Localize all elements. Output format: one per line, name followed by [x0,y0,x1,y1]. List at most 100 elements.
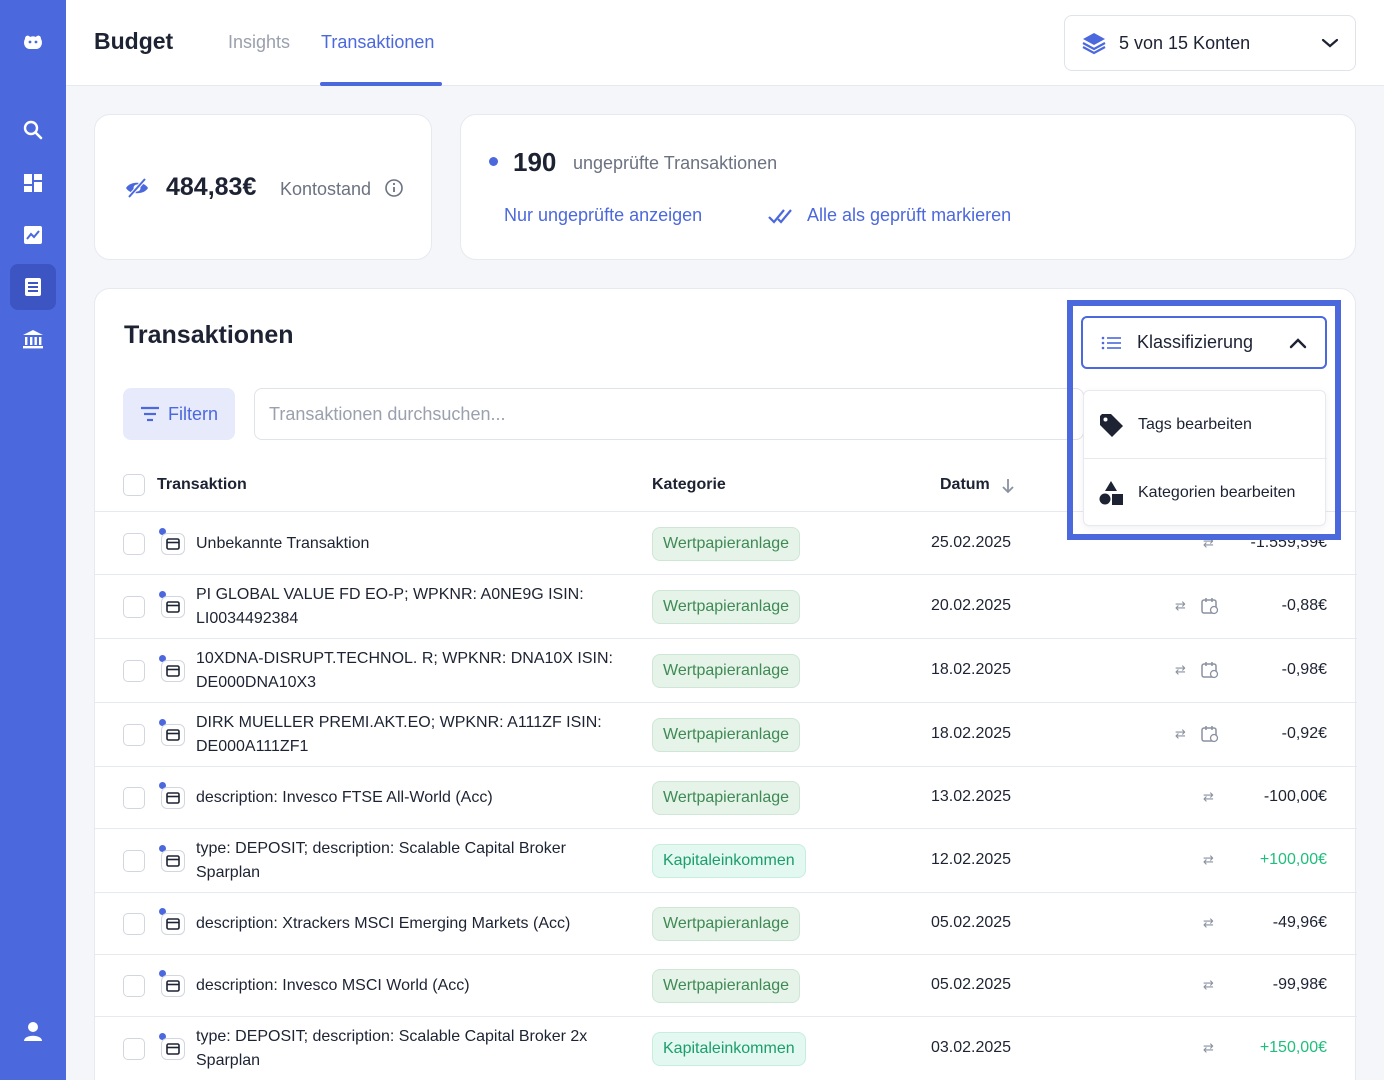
category-badge[interactable]: Wertpapieranlage [652,527,801,561]
transfer-icon[interactable]: ⇄ [1203,977,1214,993]
filter-icon [140,406,159,422]
sidebar [0,0,66,1080]
filter-button-label: Filtern [167,403,218,424]
transfer-icon[interactable]: ⇄ [1175,662,1186,678]
hippo-logo-icon[interactable] [10,20,56,66]
category-badge[interactable]: Wertpapieranlage [652,718,801,752]
user-icon[interactable] [10,1008,56,1054]
menu-item-edit-tags[interactable]: Tags bearbeiten [1084,391,1327,458]
row-checkbox[interactable] [123,533,145,555]
unreviewed-dot [489,157,498,166]
classification-button[interactable]: Klassifizierung [1081,316,1327,369]
active-tab-indicator [320,82,442,86]
category-badge[interactable]: Wertpapieranlage [652,654,801,688]
transaction-name: PI GLOBAL VALUE FD EO-P; WPKNR: A0NE9G I… [196,586,584,627]
tab-insights[interactable]: Insights [228,32,290,53]
menu-item-label: Tags bearbeiten [1138,415,1252,433]
transfer-icon[interactable]: ⇄ [1203,1040,1214,1056]
filter-button[interactable]: Filtern [123,388,235,440]
chart-icon[interactable] [10,212,56,258]
unreviewed-label: ungeprüfte Transaktionen [573,153,778,173]
sort-arrow-down-icon[interactable] [1001,477,1015,495]
transaction-name: type: DEPOSIT; description: Scalable Cap… [196,840,566,881]
transaction-name: description: Xtrackers MSCI Emerging Mar… [196,915,571,932]
category-badge[interactable]: Wertpapieranlage [652,781,801,815]
chevron-up-icon [1289,337,1307,348]
category-badge[interactable]: Wertpapieranlage [652,590,801,624]
table-row[interactable]: description: Invesco MSCI World (Acc) Wer… [95,955,1357,1017]
table-row[interactable]: 10XDNA-DISRUPT.TECHNOL. R; WPKNR: DNA10X… [95,639,1357,703]
bank-card-icon [159,908,187,936]
transaction-name: Unbekannte Transaktion [196,535,370,552]
list-icon[interactable] [10,264,56,310]
row-checkbox[interactable] [123,913,145,935]
transaction-amount: +100,00€ [1259,851,1327,868]
bank-card-icon [159,845,187,873]
menu-item-edit-categories[interactable]: Kategorien bearbeiten [1084,459,1327,526]
bank-card-icon [159,719,187,747]
row-checkbox[interactable] [123,724,145,746]
row-checkbox[interactable] [123,850,145,872]
recurring-calendar-icon[interactable] [1201,597,1219,615]
unreviewed-count: 190 [513,147,557,177]
tab-transaktionen[interactable]: Transaktionen [321,32,434,53]
bank-card-icon [159,1033,187,1061]
transaction-amount: -49,96€ [1272,914,1327,931]
transfer-icon[interactable]: ⇄ [1203,915,1214,931]
table-row[interactable]: description: Xtrackers MSCI Emerging Mar… [95,893,1357,955]
bank-icon[interactable] [10,316,56,362]
show-unreviewed-link[interactable]: Nur ungeprüfte anzeigen [504,205,702,226]
transfer-icon[interactable]: ⇄ [1203,789,1214,805]
transfer-icon[interactable]: ⇄ [1203,852,1214,868]
search-icon[interactable] [10,107,56,153]
tag-icon [1100,413,1123,437]
info-icon[interactable] [384,178,404,198]
layers-icon [1082,33,1106,55]
category-badge[interactable]: Kapitaleinkommen [652,1032,806,1066]
chevron-down-icon [1321,38,1339,48]
topbar: Budget Insights Transaktionen 5 von 15 K… [66,0,1384,86]
row-checkbox[interactable] [123,660,145,682]
table-row[interactable]: description: Invesco FTSE All-World (Acc… [95,767,1357,829]
column-transaction[interactable]: Transaktion [157,476,247,494]
category-badge[interactable]: Wertpapieranlage [652,907,801,941]
category-badge[interactable]: Wertpapieranlage [652,969,801,1003]
transaction-date: 18.02.2025 [931,661,1012,678]
mark-all-reviewed-link[interactable]: Alle als geprüft markieren [807,205,1011,226]
transfer-icon[interactable]: ⇄ [1175,598,1186,614]
select-all-checkbox[interactable] [123,474,145,496]
recurring-calendar-icon[interactable] [1201,725,1219,743]
recurring-calendar-icon[interactable] [1201,661,1219,679]
bank-card-icon [159,528,187,556]
column-category[interactable]: Kategorie [652,476,726,494]
transaction-date: 25.02.2025 [931,534,1012,551]
dashboard-icon[interactable] [10,160,56,206]
row-checkbox[interactable] [123,787,145,809]
transaction-amount: -0,88€ [1281,597,1327,614]
row-checkbox[interactable] [123,596,145,618]
table-row[interactable]: type: DEPOSIT; description: Scalable Cap… [95,829,1357,893]
transfer-icon[interactable]: ⇄ [1175,726,1186,742]
row-checkbox[interactable] [123,975,145,997]
menu-item-label: Kategorien bearbeiten [1138,483,1296,501]
transaction-date: 05.02.2025 [931,914,1012,931]
table-row[interactable]: type: DEPOSIT; description: Scalable Cap… [95,1017,1357,1080]
table-row[interactable]: DIRK MUELLER PREMI.AKT.EO; WPKNR: A111ZF… [95,703,1357,767]
transaction-date: 18.02.2025 [931,725,1012,742]
transaction-name: 10XDNA-DISRUPT.TECHNOL. R; WPKNR: DNA10X… [196,650,613,691]
account-selector[interactable]: 5 von 15 Konten [1064,15,1356,71]
account-selector-label: 5 von 15 Konten [1119,32,1251,53]
classification-menu: Tags bearbeiten Kategorien bearbeiten [1083,390,1327,526]
row-checkbox[interactable] [123,1038,145,1060]
transaction-name: description: Invesco FTSE All-World (Acc… [196,789,493,806]
eye-slash-icon[interactable] [124,176,150,200]
bank-card-icon [159,591,187,619]
column-date[interactable]: Datum [940,476,990,494]
table-row[interactable]: PI GLOBAL VALUE FD EO-P; WPKNR: A0NE9G I… [95,575,1357,639]
bank-card-icon [159,655,187,683]
transaction-date: 03.02.2025 [931,1039,1012,1056]
double-check-icon [768,209,792,224]
search-input[interactable]: Transaktionen durchsuchen... [254,388,1084,440]
category-badge[interactable]: Kapitaleinkommen [652,844,806,878]
list-lines-icon [1101,336,1121,349]
